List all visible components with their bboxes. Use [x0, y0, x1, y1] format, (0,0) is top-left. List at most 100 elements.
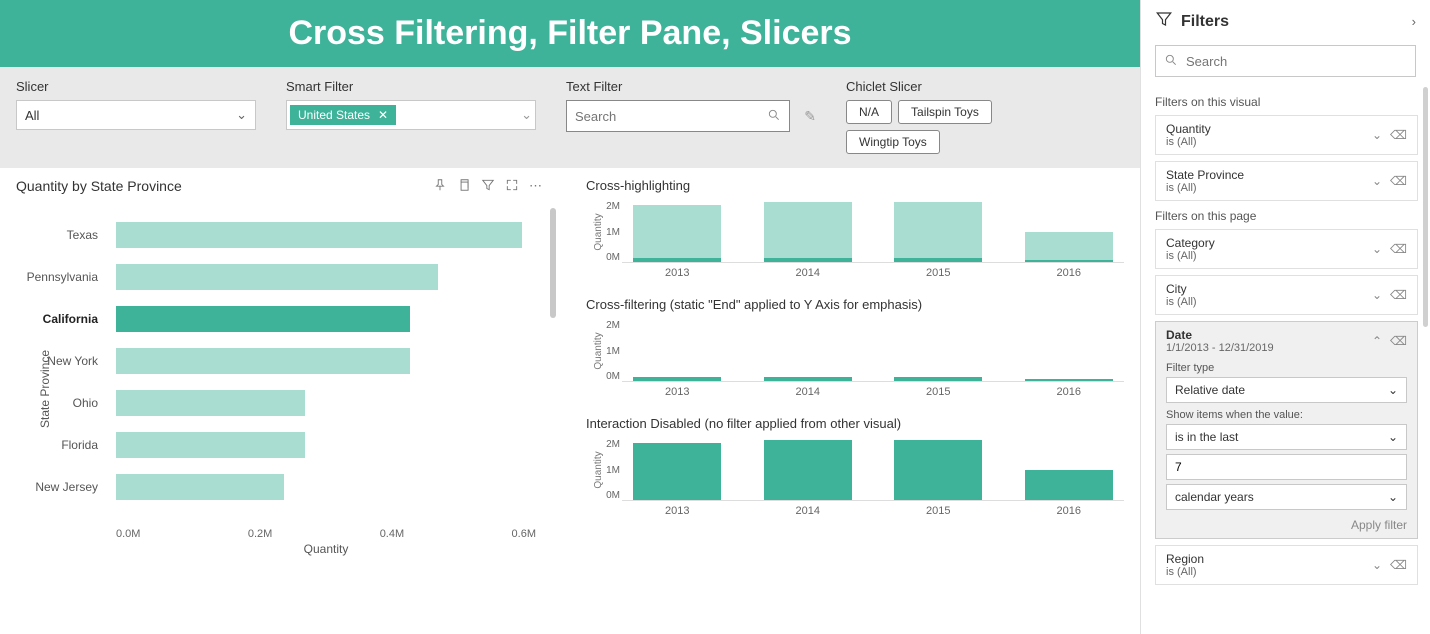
chart-cross-filter[interactable]: Cross-filtering (static "End" applied to… [586, 297, 1124, 398]
chevron-down-icon[interactable]: ⌄ [1372, 558, 1382, 572]
bar[interactable] [1025, 379, 1113, 381]
filter-card-city[interactable]: City is (All) ⌄⌫ [1155, 275, 1418, 315]
bar[interactable] [116, 390, 305, 416]
chevron-down-icon[interactable]: ⌄ [521, 107, 532, 123]
filter-card-quantity[interactable]: Quantity is (All) ⌄⌫ [1155, 115, 1418, 155]
x-tick: 2016 [1014, 505, 1125, 517]
bar[interactable] [116, 348, 410, 374]
chiclet-label: Chiclet Slicer [846, 79, 1056, 94]
filter-card-state[interactable]: State Province is (All) ⌄ ⌫ [1155, 161, 1418, 201]
collapse-icon[interactable]: › [1412, 14, 1416, 29]
filter-card-date[interactable]: Date 1/1/2013 - 12/31/2019 ⌃⌫ Filter typ… [1155, 321, 1418, 539]
chevron-down-icon: ⌄ [1388, 430, 1398, 444]
copy-icon[interactable] [457, 178, 471, 195]
filters-search-input[interactable] [1186, 54, 1407, 69]
clear-icon[interactable]: ⌫ [1390, 558, 1407, 572]
filters-search[interactable] [1155, 45, 1416, 77]
y-axis-ticks: 2M1M0M [596, 201, 620, 263]
mini-title: Interaction Disabled (no filter applied … [586, 416, 1124, 431]
chart-cross-highlight[interactable]: Cross-highlighting Quantity2M1M0M 201320… [586, 178, 1124, 279]
filter-card-region[interactable]: Region is (All) ⌄⌫ [1155, 545, 1418, 585]
hbar-row[interactable]: Florida [116, 424, 536, 466]
hbar-row[interactable]: New Jersey [116, 466, 536, 508]
bar-category-label: California [16, 312, 106, 326]
filter-card-category[interactable]: Category is (All) ⌄⌫ [1155, 229, 1418, 269]
filters-title: Filters [1181, 13, 1229, 31]
bar[interactable] [894, 440, 982, 500]
filters-body[interactable]: Filters on this visual Quantity is (All)… [1141, 87, 1430, 634]
bar[interactable] [894, 377, 982, 381]
x-tick: 2014 [753, 505, 864, 517]
bar[interactable] [633, 443, 721, 500]
card-value: is (All) [1166, 136, 1211, 148]
eraser-icon[interactable]: ✎ [804, 108, 816, 125]
clear-icon[interactable]: ⌫ [1390, 334, 1407, 348]
filter-type-select[interactable]: Relative date⌄ [1166, 377, 1407, 403]
card-value: 1/1/2013 - 12/31/2019 [1166, 342, 1274, 354]
hbar-row[interactable]: Texas [116, 214, 536, 256]
mini-title: Cross-highlighting [586, 178, 1124, 193]
card-name: State Province [1166, 168, 1244, 182]
chart-interaction-disabled[interactable]: Interaction Disabled (no filter applied … [586, 416, 1124, 517]
card-value: is (All) [1166, 296, 1197, 308]
chevron-down-icon[interactable]: ⌄ [1372, 128, 1382, 142]
bar[interactable] [633, 377, 721, 381]
chiclet-tailspin[interactable]: Tailspin Toys [898, 100, 992, 124]
card-value: is (All) [1166, 182, 1244, 194]
bar[interactable] [764, 440, 852, 500]
text-filter-box[interactable] [566, 100, 790, 132]
bar[interactable] [1025, 470, 1113, 500]
chiclet-na[interactable]: N/A [846, 100, 892, 124]
filter-type-label: Filter type [1166, 362, 1407, 374]
smart-filter-chip[interactable]: United States ✕ [290, 105, 396, 125]
hbar-row[interactable]: Pennsylvania [116, 256, 536, 298]
bar[interactable] [894, 202, 982, 262]
clear-icon[interactable]: ⌫ [1390, 128, 1407, 142]
chevron-down-icon[interactable]: ⌄ [1372, 174, 1382, 188]
apply-filter-button[interactable]: Apply filter [1166, 518, 1407, 532]
bar-category-label: Pennsylvania [16, 270, 106, 284]
clear-icon[interactable]: ⌫ [1390, 288, 1407, 302]
bar[interactable] [116, 474, 284, 500]
slicer-dropdown[interactable]: All ⌄ [16, 100, 256, 130]
chevron-down-icon[interactable]: ⌄ [1372, 242, 1382, 256]
hbar-row[interactable]: Ohio [116, 382, 536, 424]
bar[interactable] [764, 202, 852, 262]
card-value: is (All) [1166, 566, 1204, 578]
unit-select[interactable]: calendar years⌄ [1166, 484, 1407, 510]
hbar-row[interactable]: California [116, 298, 536, 340]
bar[interactable] [116, 222, 522, 248]
op-select[interactable]: is in the last⌄ [1166, 424, 1407, 450]
more-icon[interactable]: ⋯ [529, 178, 542, 195]
clear-icon[interactable]: ⌫ [1390, 242, 1407, 256]
chevron-down-icon: ⌄ [1388, 490, 1398, 504]
filter-icon[interactable] [481, 178, 495, 195]
x-tick: 2013 [622, 505, 733, 517]
card-value: is (All) [1166, 250, 1215, 262]
x-tick: 2015 [883, 267, 994, 279]
chevron-up-icon[interactable]: ⌃ [1372, 334, 1382, 348]
chiclet-wingtip[interactable]: Wingtip Toys [846, 130, 940, 154]
focus-icon[interactable] [505, 178, 519, 195]
x-tick: 2014 [753, 386, 864, 398]
x-axis-ticks: 0.0M 0.2M 0.4M 0.6M [116, 528, 536, 540]
bar[interactable] [116, 306, 410, 332]
clear-icon[interactable]: ⌫ [1390, 174, 1407, 188]
bar[interactable] [1025, 232, 1113, 262]
bar[interactable] [116, 432, 305, 458]
bar[interactable] [116, 264, 438, 290]
x-tick: 2016 [1014, 267, 1125, 279]
bar[interactable] [764, 377, 852, 381]
chevron-down-icon[interactable]: ⌄ [1372, 288, 1382, 302]
left-visual[interactable]: Quantity by State Province ⋯ State Provi… [16, 178, 556, 634]
smart-filter-input[interactable]: United States ✕ ⌄ [286, 100, 536, 130]
search-icon[interactable] [767, 108, 781, 125]
bar[interactable] [633, 205, 721, 262]
text-filter-input[interactable] [575, 109, 767, 124]
close-icon[interactable]: ✕ [378, 108, 388, 122]
pin-icon[interactable] [433, 178, 447, 195]
hbar-row[interactable]: New York [116, 340, 536, 382]
scrollbar[interactable] [1423, 87, 1428, 327]
num-input[interactable] [1166, 454, 1407, 480]
x-tick: 2013 [622, 267, 733, 279]
